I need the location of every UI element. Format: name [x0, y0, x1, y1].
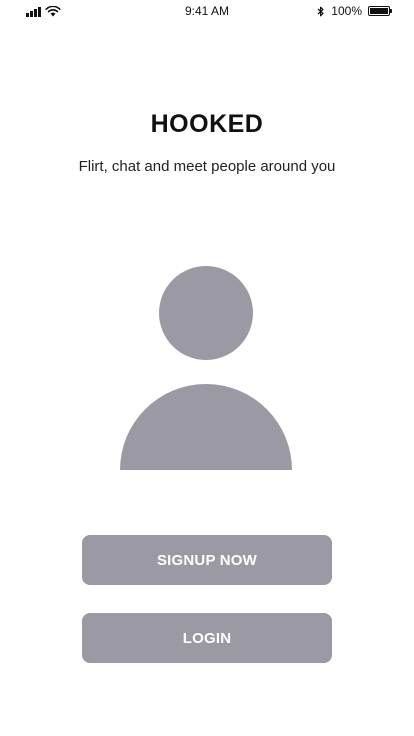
battery-icon [368, 6, 392, 16]
user-avatar-icon [120, 266, 292, 470]
avatar-head [159, 266, 253, 360]
avatar-body [120, 384, 292, 470]
login-button[interactable]: LOGIN [82, 613, 332, 663]
app-title: HOOKED [150, 110, 264, 138]
status-right: 100% [317, 4, 392, 18]
app-tagline: Flirt, chat and meet people around you [78, 158, 336, 175]
battery-level [370, 8, 388, 14]
battery-percent: 100% [331, 4, 362, 18]
signup-button[interactable]: SIGNUP NOW [82, 535, 332, 585]
status-bar: 9:41 AM 100% [0, 0, 414, 24]
bluetooth-icon [317, 6, 324, 16]
